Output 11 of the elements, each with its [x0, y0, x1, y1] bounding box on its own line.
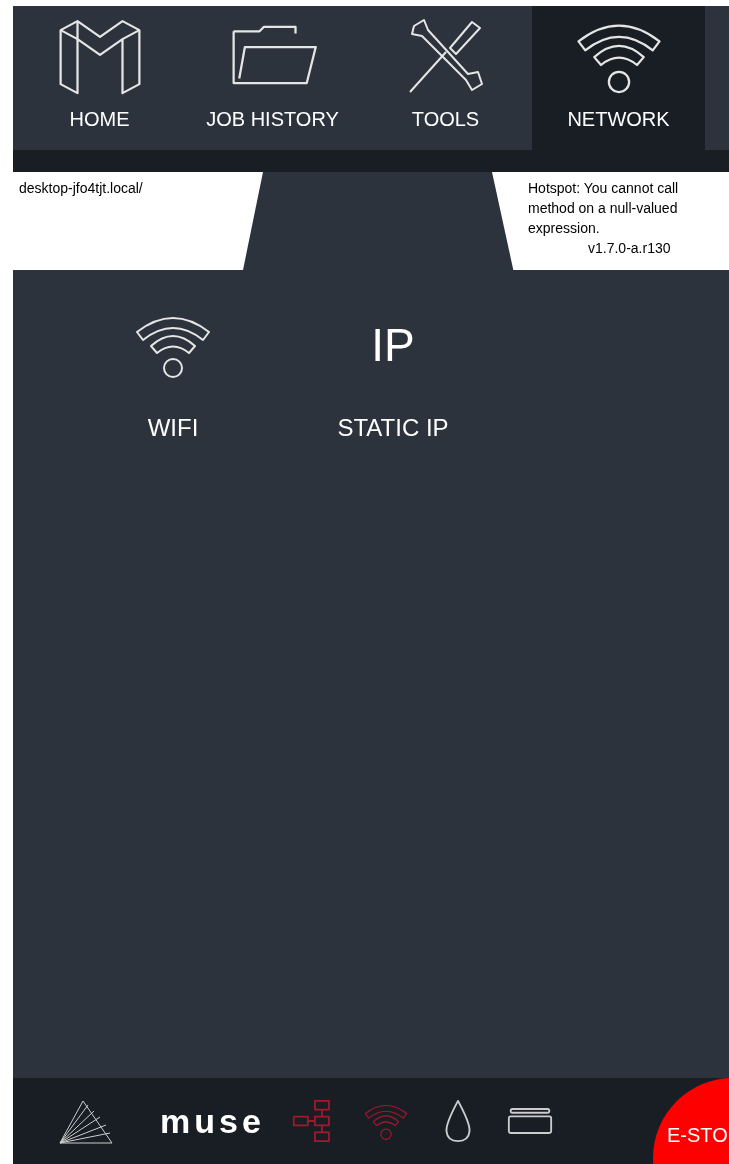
emergency-stop-button[interactable]: E-STO: [653, 1078, 729, 1164]
host-panel: desktop-jfo4tjt.local/: [13, 172, 263, 270]
status-message: Hotspot: You cannot call: [528, 179, 680, 198]
ip-glyph: IP: [371, 318, 415, 373]
network-option[interactable]: IP STATIC IP: [313, 310, 473, 446]
network-option[interactable]: WIFI: [93, 310, 253, 446]
nav-tab[interactable]: NETWORK: [532, 6, 705, 150]
status-message: expression.: [528, 219, 601, 238]
version-label: v1.7.0-a.r130: [587, 239, 672, 258]
brand-logo: muse: [160, 1100, 265, 1142]
status-message: method on a null-valued: [528, 199, 679, 218]
